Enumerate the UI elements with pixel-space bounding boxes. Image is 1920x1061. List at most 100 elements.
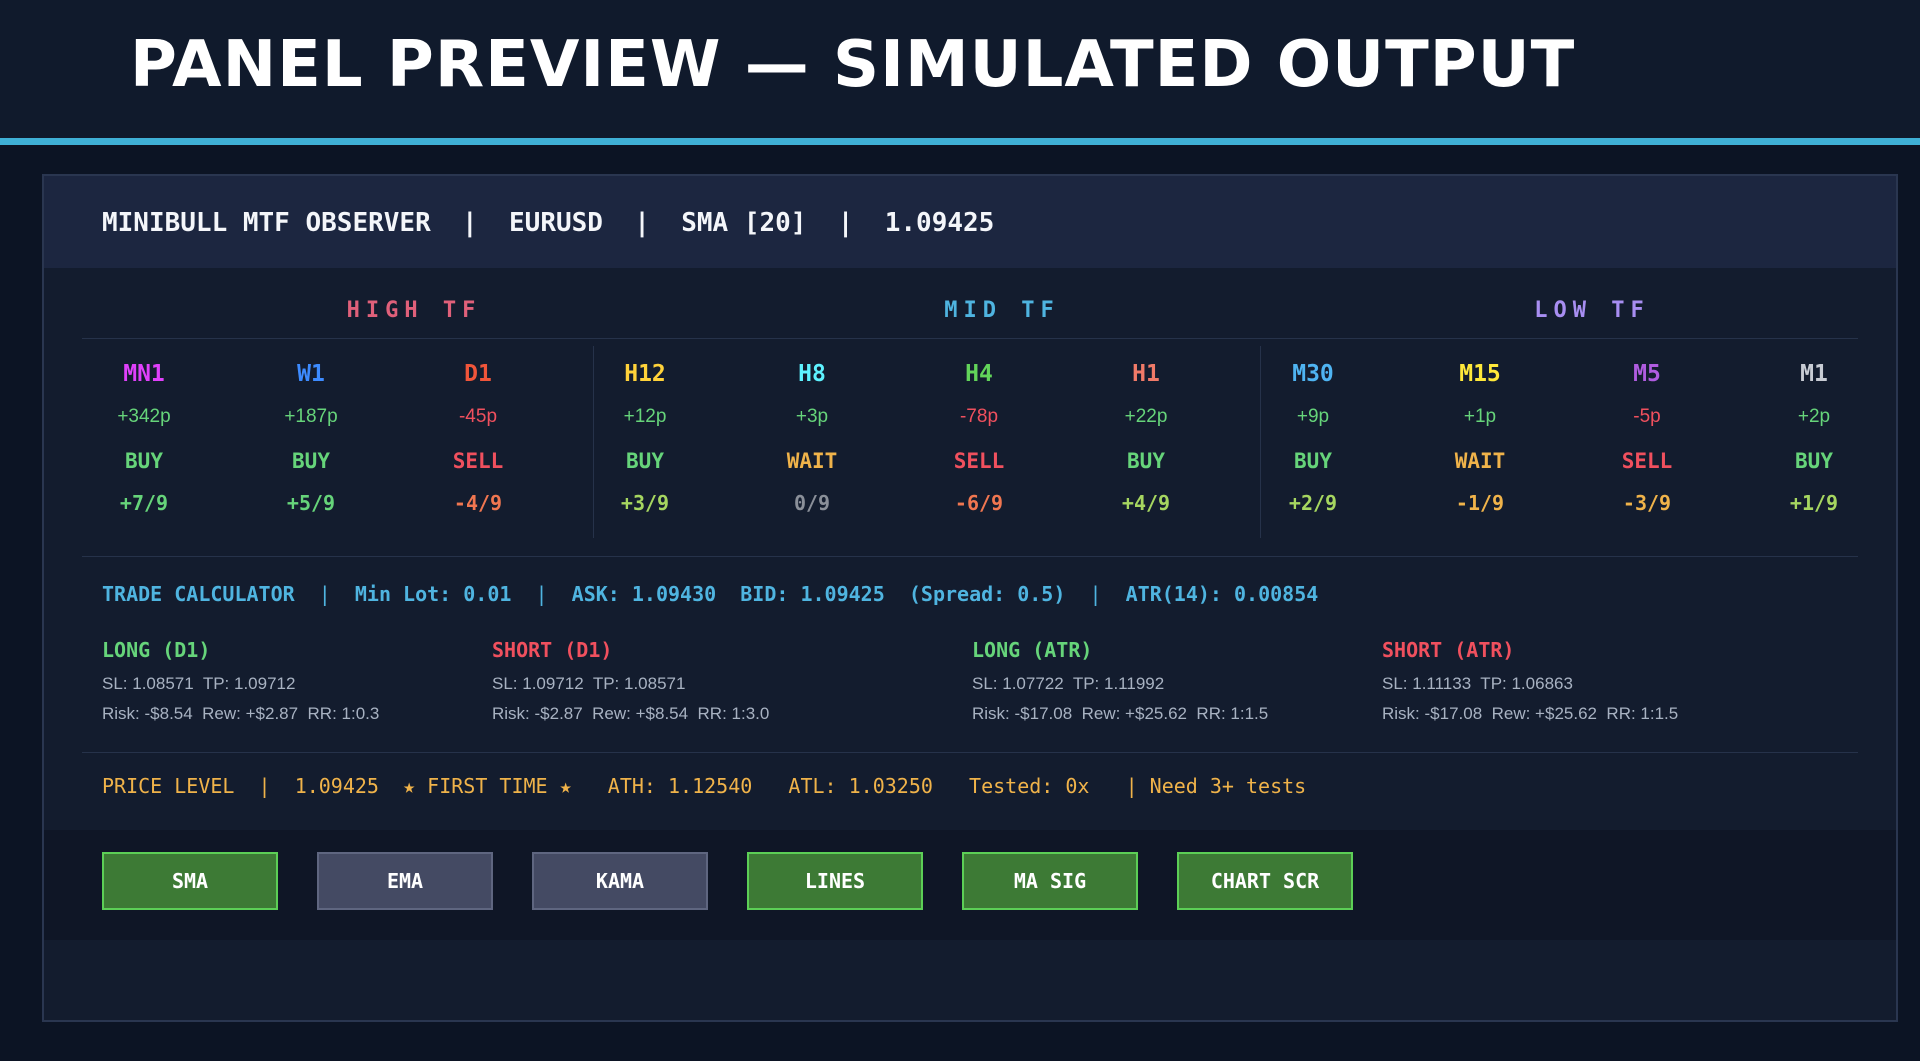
timeframe-h8: H8 +3p WAIT 0/9 bbox=[752, 360, 872, 516]
ema-button[interactable]: EMA bbox=[317, 852, 493, 910]
timeframe-signal: SELL bbox=[1621, 449, 1673, 473]
ma-setting: SMA [20] bbox=[681, 208, 807, 238]
timeframe-score: +4/9 bbox=[1121, 491, 1171, 515]
header-separator: | bbox=[837, 208, 854, 238]
timeframe-name: D1 bbox=[464, 361, 492, 387]
timeframe-h1: H1 +22p BUY +4/9 bbox=[1086, 360, 1206, 516]
top-bar: PANEL PREVIEW — SIMULATED OUTPUT bbox=[0, 0, 1920, 138]
lines-button[interactable]: LINES bbox=[747, 852, 923, 910]
timeframe-signal: WAIT bbox=[1454, 449, 1506, 473]
trade-risk: Risk: -$17.08 Rew: +$25.62 RR: 1:1.5 bbox=[1382, 704, 1679, 723]
timeframe-score: +7/9 bbox=[119, 491, 169, 515]
timeframe-signal: BUY bbox=[125, 449, 163, 473]
chart-scr-button[interactable]: CHART SCR bbox=[1177, 852, 1353, 910]
timeframe-signal: BUY bbox=[626, 449, 664, 473]
header-separator: | bbox=[634, 208, 650, 238]
trade-scenario: SHORT (ATR) SL: 1.11133 TP: 1.06863 Risk: … bbox=[1382, 638, 1678, 732]
timeframe-m15: M15 +1p WAIT -1/9 bbox=[1420, 360, 1540, 516]
timeframe-score: +3/9 bbox=[620, 491, 670, 515]
button-bar: SMA EMA KAMA LINES MA SIG CHART SCR bbox=[44, 830, 1896, 940]
timeframe-pips: +342p bbox=[117, 406, 171, 427]
timeframe-name: M15 bbox=[1459, 361, 1501, 387]
timeframe-score: -6/9 bbox=[954, 491, 1004, 515]
page-title: PANEL PREVIEW — SIMULATED OUTPUT bbox=[130, 28, 1576, 102]
trade-title: SHORT (D1) bbox=[492, 638, 613, 662]
timeframe-pips: +22p bbox=[1124, 406, 1168, 427]
header-separator: | bbox=[462, 208, 478, 238]
trade-levels: SL: 1.09712 TP: 1.08571 bbox=[492, 674, 686, 693]
timeframe-pips: +1p bbox=[1463, 406, 1497, 427]
min-lot: Min Lot: 0.01 bbox=[354, 582, 512, 606]
divider bbox=[82, 556, 1858, 557]
timeframe-name: W1 bbox=[297, 361, 325, 387]
trade-risk: Risk: -$17.08 Rew: +$25.62 RR: 1:1.5 bbox=[972, 704, 1269, 723]
timeframe-w1: W1 +187p BUY +5/9 bbox=[251, 360, 371, 516]
timeframe-score: -4/9 bbox=[453, 491, 503, 515]
observer-panel: MINIBULL MTF OBSERVER | EURUSD | SMA [20… bbox=[42, 174, 1898, 1022]
symbol: EURUSD bbox=[509, 208, 603, 238]
calculator-label: TRADE CALCULATOR bbox=[102, 582, 295, 606]
timeframe-score: 0/9 bbox=[793, 491, 831, 515]
calc-separator: | bbox=[1089, 582, 1102, 606]
timeframe-pips: -78p bbox=[959, 406, 999, 427]
atr-value: ATR(14): 0.00854 bbox=[1125, 582, 1319, 606]
calc-separator: | bbox=[535, 582, 548, 606]
timeframe-pips: -5p bbox=[1633, 406, 1661, 427]
trade-calculator-line: TRADE CALCULATOR | Min Lot: 0.01 | ASK: … bbox=[102, 582, 1318, 606]
timeframe-signal: SELL bbox=[953, 449, 1005, 473]
timeframe-h4: H4 -78p SELL -6/9 bbox=[919, 360, 1039, 516]
ath-value: ATH: 1.12540 bbox=[607, 774, 753, 798]
timeframe-d1: D1 -45p SELL -4/9 bbox=[418, 360, 538, 516]
trade-scenario: LONG (D1) SL: 1.08571 TP: 1.09712 Risk: -$… bbox=[102, 638, 379, 732]
trade-title: LONG (D1) bbox=[102, 638, 211, 662]
ma-sig-button[interactable]: MA SIG bbox=[962, 852, 1138, 910]
sma-button[interactable]: SMA bbox=[102, 852, 278, 910]
timeframe-name: MN1 bbox=[123, 361, 165, 387]
trade-scenario: SHORT (D1) SL: 1.09712 TP: 1.08571 Risk: -… bbox=[492, 638, 769, 732]
timeframe-score: -1/9 bbox=[1455, 491, 1505, 515]
trade-title: LONG (ATR) bbox=[972, 638, 1093, 662]
panel-header-text: MINIBULL MTF OBSERVER | EURUSD | SMA [20… bbox=[102, 208, 994, 238]
spread: (Spread: 0.5) bbox=[908, 582, 1066, 606]
trade-levels: SL: 1.07722 TP: 1.11992 bbox=[972, 674, 1165, 693]
timeframe-name: H4 bbox=[965, 361, 993, 387]
timeframe-name: H1 bbox=[1132, 361, 1160, 387]
group-label-high: HIGH TF bbox=[346, 298, 482, 323]
timeframe-h12: H12 +12p BUY +3/9 bbox=[585, 360, 705, 516]
timeframe-signal: BUY bbox=[1795, 449, 1833, 473]
timeframe-pips: -45p bbox=[458, 406, 498, 427]
bid-price: BID: 1.09425 bbox=[740, 582, 885, 606]
first-time-badge: ★ FIRST TIME ★ bbox=[403, 774, 572, 798]
trade-risk: Risk: -$8.54 Rew: +$2.87 RR: 1:0.3 bbox=[102, 704, 380, 723]
trade-risk: Risk: -$2.87 Rew: +$8.54 RR: 1:3.0 bbox=[492, 704, 770, 723]
atl-value: ATL: 1.03250 bbox=[788, 774, 933, 798]
panel-header: MINIBULL MTF OBSERVER | EURUSD | SMA [20… bbox=[44, 176, 1896, 268]
price-level-label: PRICE LEVEL bbox=[102, 774, 235, 798]
tested-count: Tested: 0x bbox=[969, 774, 1090, 798]
divider bbox=[82, 752, 1858, 753]
timeframe-name: M5 bbox=[1633, 361, 1661, 387]
timeframe-m5: M5 -5p SELL -3/9 bbox=[1587, 360, 1707, 516]
timeframe-score: -3/9 bbox=[1622, 491, 1672, 515]
price-level-line: PRICE LEVEL | 1.09425 ★ FIRST TIME ★ ATH… bbox=[102, 774, 1306, 798]
timeframe-pips: +12p bbox=[623, 406, 667, 427]
price-level-separator: | bbox=[258, 774, 271, 798]
timeframe-name: M1 bbox=[1800, 361, 1828, 387]
group-label-low: LOW TF bbox=[1534, 298, 1650, 323]
current-price: 1.09425 bbox=[884, 208, 995, 238]
timeframe-signal: SELL bbox=[452, 449, 504, 473]
timeframe-name: H8 bbox=[798, 361, 826, 387]
kama-button[interactable]: KAMA bbox=[532, 852, 708, 910]
timeframe-pips: +9p bbox=[1296, 406, 1330, 427]
timeframe-signal: BUY bbox=[1294, 449, 1332, 473]
timeframe-mn1: MN1 +342p BUY +7/9 bbox=[84, 360, 204, 516]
timeframe-signal: WAIT bbox=[786, 449, 838, 473]
need-tests-note: | Need 3+ tests bbox=[1125, 774, 1307, 798]
timeframe-pips: +2p bbox=[1797, 406, 1831, 427]
trade-title: SHORT (ATR) bbox=[1382, 638, 1515, 662]
trade-levels: SL: 1.08571 TP: 1.09712 bbox=[102, 674, 296, 693]
calc-separator: | bbox=[318, 582, 331, 606]
timeframe-pips: +3p bbox=[795, 406, 829, 427]
timeframe-signal: BUY bbox=[1127, 449, 1165, 473]
ask-price: ASK: 1.09430 bbox=[571, 582, 717, 606]
